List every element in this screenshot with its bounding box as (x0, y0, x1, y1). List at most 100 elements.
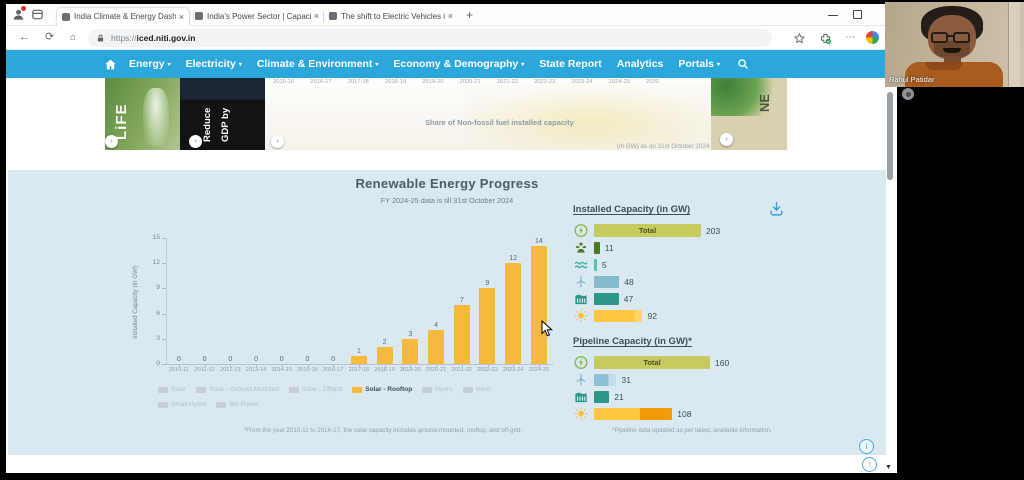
legend-item-solar-rooftop[interactable]: Solar - Rooftop (352, 386, 412, 393)
legend-item-bio-power[interactable]: Bio Power (216, 401, 259, 408)
account-avatar[interactable] (866, 31, 879, 44)
bar-chart: 00000001234791214 (166, 226, 552, 364)
legend-swatch (216, 402, 226, 408)
scroll-top-button[interactable]: ↑ (862, 457, 877, 472)
bar-slot: 12 (500, 226, 526, 364)
url-field[interactable]: https://iced.niti.gov.in (88, 29, 772, 47)
nav-item-energy[interactable]: Energy▾ (129, 58, 171, 70)
hydro-icon (573, 291, 589, 306)
capacity-row-total: Total203 (573, 224, 720, 237)
bar-2019-20[interactable] (402, 339, 418, 364)
legend-swatch (463, 387, 473, 393)
carousel-next-button[interactable]: › (105, 135, 118, 148)
nav-item-electricity[interactable]: Electricity▾ (186, 58, 242, 70)
bar-value-label: 3 (408, 331, 412, 338)
capacity-bar[interactable] (594, 293, 619, 305)
download-icon[interactable] (768, 200, 785, 217)
bar-2023-24[interactable] (505, 263, 521, 364)
legend-item-solar[interactable]: Solar (158, 386, 186, 393)
x-axis-tick (179, 365, 180, 368)
nav-menu: Energy▾ Electricity▾ Climate & Environment… (129, 58, 735, 70)
capacity-bar[interactable] (594, 310, 642, 322)
tab-close-icon[interactable]: × (314, 11, 319, 21)
scrollbar-thumb[interactable] (887, 92, 893, 180)
legend-item-wind[interactable]: Wind (463, 386, 491, 393)
legend-item-small-hydro[interactable]: Small Hydro (158, 401, 206, 408)
tab-strip: India Climate & Energy Dashboa×India's P… (6, 4, 897, 26)
legend-item-solar-ground-mounted[interactable]: Solar - Ground Mounted (196, 386, 279, 393)
capacity-bar[interactable] (594, 374, 616, 386)
scrollbar-down-arrow[interactable]: ▼ (885, 464, 892, 471)
bar-slot: 14 (526, 226, 552, 364)
capacity-row: 21 (573, 390, 729, 403)
legend-label: Solar - Offgrid (302, 386, 342, 393)
nav-item-portals[interactable]: Portals▾ (678, 58, 720, 70)
browser-menu-icon[interactable]: ⋯ (845, 32, 858, 45)
carousel-axis-label: 2015-16 (273, 79, 294, 85)
legend-item-solar-offgrid[interactable]: Solar - Offgrid (289, 386, 342, 393)
x-axis-tick (205, 365, 206, 368)
favorites-icon[interactable] (793, 32, 806, 45)
legend-item-hydro[interactable]: Hydro (422, 386, 452, 393)
bar-2018-19[interactable] (377, 347, 393, 364)
browser-tab-india-s-power-sector[interactable]: India's Power Sector | Capacity &× (190, 7, 324, 26)
new-tab-button[interactable]: + (466, 8, 473, 22)
pipeline-capacity-title: Pipeline Capacity (in GW)* (573, 336, 692, 347)
total-bar[interactable]: Total (594, 356, 710, 369)
nav-item-analytics[interactable]: Analytics (617, 58, 664, 70)
minimize-button[interactable] (828, 10, 838, 16)
bar-2017-18[interactable] (351, 356, 367, 364)
wind-icon (573, 274, 589, 289)
capacity-bar[interactable] (594, 242, 600, 254)
capacity-bar[interactable] (594, 276, 619, 288)
chevron-down-icon: ▾ (375, 61, 378, 68)
info-button[interactable]: i (859, 439, 874, 454)
total-bar[interactable]: Total (594, 224, 701, 237)
x-axis-tick (385, 365, 386, 368)
tab-actions-icon[interactable] (31, 8, 44, 21)
nav-item-climate-environment[interactable]: Climate & Environment▾ (257, 58, 379, 70)
carousel-slide-nonfossil[interactable]: 2015-162016-172017-182018-192019-202020-… (265, 78, 711, 150)
bar-2024-25[interactable] (531, 246, 547, 364)
chevron-down-icon: ▾ (168, 61, 171, 68)
webcam-control-bubble (902, 88, 914, 100)
bio-power-icon (573, 240, 589, 255)
search-icon[interactable] (737, 58, 749, 70)
bar-slot: 3 (397, 226, 423, 364)
nav-item-economy-demography[interactable]: Economy & Demography▾ (393, 58, 524, 70)
capacity-bar[interactable] (594, 408, 672, 420)
capacity-value: 5 (602, 260, 607, 270)
capacity-row: 108 (573, 407, 729, 420)
legend-swatch (158, 402, 168, 408)
capacity-bar[interactable] (594, 391, 609, 403)
person-face (928, 15, 976, 59)
tab-close-icon[interactable]: × (448, 11, 453, 21)
capacity-bar[interactable] (594, 259, 597, 271)
chart-legend: Solar Solar - Ground Mounted Solar - Offgr… (158, 386, 588, 408)
banner-carousel: LiFE Reduce GDP by 2015-162016-172017-18… (6, 78, 891, 150)
bar-2022-23[interactable] (479, 288, 495, 364)
carousel-next-button[interactable]: › (189, 135, 202, 148)
legend-swatch (289, 387, 299, 393)
nav-item-state-report[interactable]: State Report (539, 58, 601, 70)
installed-capacity-title: Installed Capacity (in GW) (573, 204, 690, 215)
carousel-prev-button[interactable]: ‹ (271, 135, 284, 148)
home-icon[interactable] (104, 58, 117, 71)
carousel-next-button[interactable]: › (720, 133, 733, 146)
maximize-button[interactable] (853, 10, 862, 19)
carousel-axis-label: 2018-19 (385, 79, 406, 85)
tab-close-icon[interactable]: × (179, 12, 184, 22)
browser-home-button[interactable]: ⌂ (70, 31, 76, 44)
legend-label: Bio Power (229, 401, 259, 408)
back-button[interactable]: ← (19, 31, 30, 44)
browser-profile-icon[interactable] (12, 8, 25, 21)
bar-slot: 0 (295, 226, 321, 364)
browser-tab-india-climate-energy[interactable]: India Climate & Energy Dashboa× (56, 7, 190, 26)
browser-tab-the-shift-to-electri[interactable]: The shift to Electric Vehicles in th× (324, 7, 458, 26)
refresh-button[interactable]: ⟳ (45, 31, 54, 44)
bar-2020-21[interactable] (428, 330, 444, 364)
tab-title: India's Power Sector | Capacity & (207, 12, 311, 21)
extensions-icon[interactable] (819, 32, 832, 45)
slide-life-text: LiFE (113, 104, 130, 141)
bar-2021-22[interactable] (454, 305, 470, 364)
